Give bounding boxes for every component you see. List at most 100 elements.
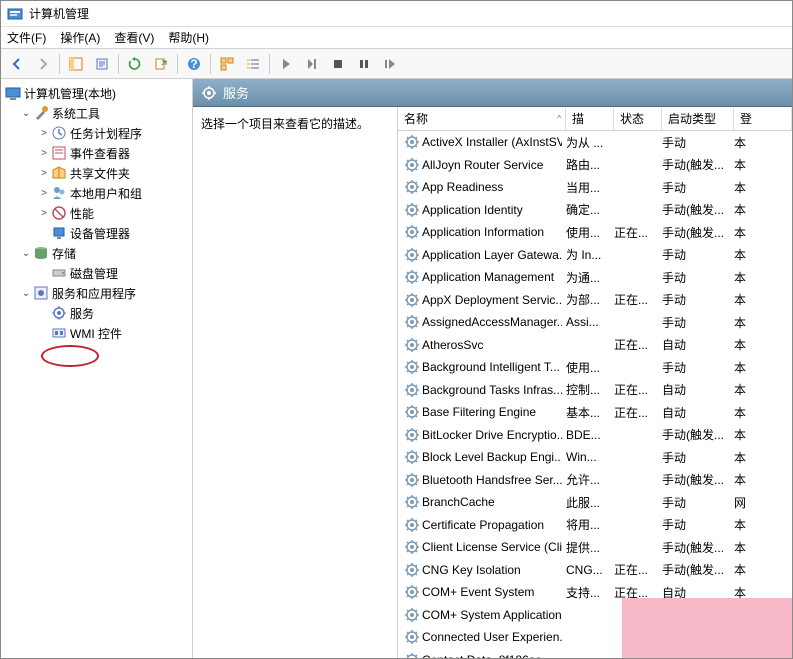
nav-tree[interactable]: 计算机管理(本地) ⌄ 系统工具 >任务计划程序>事件查看器>共享文件夹>本地用… <box>1 79 193 658</box>
service-name: Connected User Experien... <box>422 630 562 644</box>
service-desc: 为部... <box>562 291 610 308</box>
service-row[interactable]: AtherosSvc正在...自动本 <box>398 334 792 357</box>
service-row[interactable]: BitLocker Drive Encryptio...BDE...手动(触发.… <box>398 424 792 447</box>
service-startup: 自动 <box>658 336 730 353</box>
service-row[interactable]: ActiveX Installer (AxInstSV)为从 ...手动本 <box>398 131 792 154</box>
col-name[interactable]: 名称^ <box>398 107 566 130</box>
gear-icon <box>404 314 420 330</box>
service-row[interactable]: Block Level Backup Engi...Win...手动本 <box>398 446 792 469</box>
tree-item[interactable]: WMI 控件 <box>1 323 192 343</box>
service-row[interactable]: Application Information使用...正在...手动(触发..… <box>398 221 792 244</box>
tree-item[interactable]: >共享文件夹 <box>1 163 192 183</box>
view-details-button[interactable] <box>241 52 265 76</box>
pause-button[interactable] <box>352 52 376 76</box>
service-row[interactable]: Base Filtering Engine基本...正在...自动本 <box>398 401 792 424</box>
tree-system-tools[interactable]: ⌄ 系统工具 <box>1 103 192 123</box>
service-row[interactable]: Background Tasks Infras...控制...正在...自动本 <box>398 379 792 402</box>
properties-button[interactable] <box>90 52 114 76</box>
expand-icon[interactable]: > <box>37 188 51 199</box>
service-logon: 本 <box>730 539 792 556</box>
gear-icon <box>404 179 420 195</box>
col-status[interactable]: 状态 <box>614 107 662 130</box>
service-desc: Assi... <box>562 315 610 329</box>
service-row[interactable]: BranchCache此服...手动网 <box>398 491 792 514</box>
gear-icon <box>201 85 217 101</box>
service-startup: 手动(触发... <box>658 224 730 241</box>
service-desc: 确定... <box>562 201 610 218</box>
service-startup: 手动 <box>658 179 730 196</box>
menu-help[interactable]: 帮助(H) <box>168 29 209 46</box>
service-row[interactable]: AppX Deployment Servic...为部...正在...手动本 <box>398 289 792 312</box>
service-name: ActiveX Installer (AxInstSV) <box>422 135 562 149</box>
service-name: Application Layer Gatewa... <box>422 248 562 262</box>
service-status: 正在... <box>610 224 658 241</box>
item-icon <box>51 185 67 201</box>
service-name: AssignedAccessManager... <box>422 315 562 329</box>
service-row[interactable]: Application Identity确定...手动(触发...本 <box>398 199 792 222</box>
service-desc: 将用... <box>562 516 610 533</box>
service-row[interactable]: Background Intelligent T...使用...手动本 <box>398 356 792 379</box>
service-name: Application Management <box>422 270 554 284</box>
service-row[interactable]: AssignedAccessManager...Assi...手动本 <box>398 311 792 334</box>
services-apps-icon <box>33 285 49 301</box>
tree-item[interactable]: 服务 <box>1 303 192 323</box>
tree-services-apps[interactable]: ⌄ 服务和应用程序 <box>1 283 192 303</box>
gear-icon <box>404 269 420 285</box>
help-button[interactable]: ? <box>182 52 206 76</box>
forward-button[interactable] <box>31 52 55 76</box>
gear-icon <box>404 247 420 263</box>
toolbar: ? <box>1 49 792 79</box>
tree-item[interactable]: 磁盘管理 <box>1 263 192 283</box>
services-list[interactable]: 名称^ 描 状态 启动类型 登 ActiveX Installer (AxIns… <box>398 107 792 658</box>
restart-button[interactable] <box>378 52 402 76</box>
menu-file[interactable]: 文件(F) <box>7 29 46 46</box>
expand-icon[interactable]: > <box>37 208 51 219</box>
content-title: 服务 <box>223 83 249 102</box>
col-description[interactable]: 描 <box>566 107 614 130</box>
gear-icon <box>404 202 420 218</box>
expand-icon[interactable]: > <box>37 128 51 139</box>
expand-icon[interactable]: > <box>37 168 51 179</box>
show-hide-tree-button[interactable] <box>64 52 88 76</box>
back-button[interactable] <box>5 52 29 76</box>
service-row[interactable]: App Readiness当用...手动本 <box>398 176 792 199</box>
tree-item[interactable]: >任务计划程序 <box>1 123 192 143</box>
collapse-icon[interactable]: ⌄ <box>19 288 33 299</box>
export-button[interactable] <box>149 52 173 76</box>
service-name: AllJoyn Router Service <box>422 158 543 172</box>
svg-text:?: ? <box>190 57 197 71</box>
play-button[interactable] <box>274 52 298 76</box>
play-all-button[interactable] <box>300 52 324 76</box>
collapse-icon[interactable]: ⌄ <box>19 108 33 119</box>
service-row[interactable]: CNG Key IsolationCNG...正在...手动(触发...本 <box>398 559 792 582</box>
menu-view[interactable]: 查看(V) <box>114 29 154 46</box>
tree-storage[interactable]: ⌄ 存储 <box>1 243 192 263</box>
service-desc: 为通... <box>562 269 610 286</box>
tree-item[interactable]: 设备管理器 <box>1 223 192 243</box>
gear-icon <box>404 562 420 578</box>
stop-button[interactable] <box>326 52 350 76</box>
collapse-icon[interactable]: ⌄ <box>19 248 33 259</box>
service-row[interactable]: Client License Service (Cli...提供...手动(触发… <box>398 536 792 559</box>
col-logon[interactable]: 登 <box>734 107 792 130</box>
service-name: Bluetooth Handsfree Ser... <box>422 473 562 487</box>
service-row[interactable]: Application Layer Gatewa...为 In...手动本 <box>398 244 792 267</box>
service-row[interactable]: AllJoyn Router Service路由...手动(触发...本 <box>398 154 792 177</box>
service-row[interactable]: Certificate Propagation将用...手动本 <box>398 514 792 537</box>
tree-item[interactable]: >本地用户和组 <box>1 183 192 203</box>
service-logon: 本 <box>730 561 792 578</box>
gear-icon <box>404 157 420 173</box>
service-logon: 本 <box>730 314 792 331</box>
refresh-button[interactable] <box>123 52 147 76</box>
tree-item[interactable]: >性能 <box>1 203 192 223</box>
expand-icon[interactable]: > <box>37 148 51 159</box>
view-large-button[interactable] <box>215 52 239 76</box>
service-startup: 手动(触发... <box>658 561 730 578</box>
service-row[interactable]: Bluetooth Handsfree Ser...允许...手动(触发...本 <box>398 469 792 492</box>
tree-item[interactable]: >事件查看器 <box>1 143 192 163</box>
tree-root[interactable]: 计算机管理(本地) <box>1 83 192 103</box>
menu-action[interactable]: 操作(A) <box>60 29 100 46</box>
col-startup[interactable]: 启动类型 <box>662 107 734 130</box>
service-row[interactable]: Application Management为通...手动本 <box>398 266 792 289</box>
gear-icon <box>404 629 420 645</box>
